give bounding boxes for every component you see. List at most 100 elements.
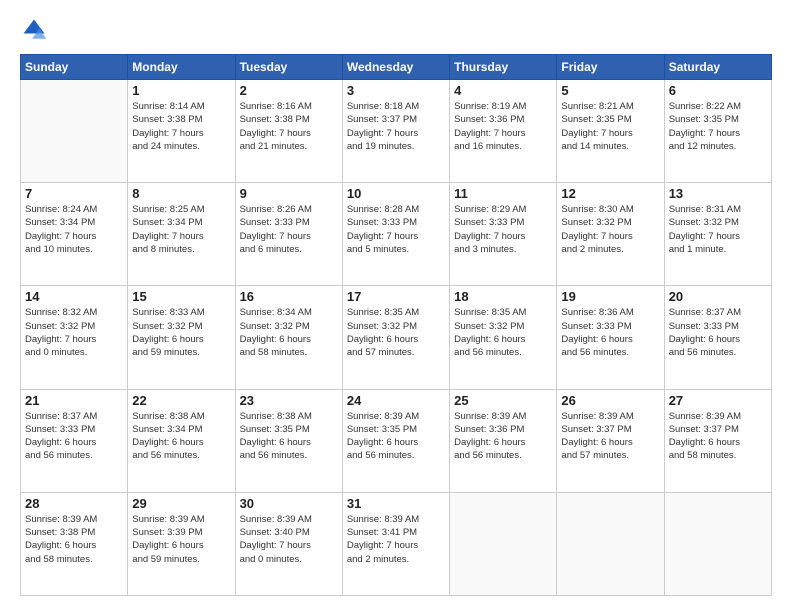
day-number: 31 <box>347 496 445 511</box>
calendar-cell <box>664 492 771 595</box>
calendar-week-row: 21 Sunrise: 8:37 AMSunset: 3:33 PMDayligh… <box>21 389 772 492</box>
day-info: Sunrise: 8:33 AMSunset: 3:32 PMDaylight:… <box>132 306 230 359</box>
day-info: Sunrise: 8:21 AMSunset: 3:35 PMDaylight:… <box>561 100 659 153</box>
day-number: 21 <box>25 393 123 408</box>
calendar-cell: 28 Sunrise: 8:39 AMSunset: 3:38 PMDayligh… <box>21 492 128 595</box>
day-number: 26 <box>561 393 659 408</box>
day-number: 10 <box>347 186 445 201</box>
day-number: 11 <box>454 186 552 201</box>
calendar-cell: 23 Sunrise: 8:38 AMSunset: 3:35 PMDayligh… <box>235 389 342 492</box>
day-number: 12 <box>561 186 659 201</box>
day-info: Sunrise: 8:39 AMSunset: 3:35 PMDaylight:… <box>347 410 445 463</box>
day-number: 22 <box>132 393 230 408</box>
day-number: 24 <box>347 393 445 408</box>
calendar-week-row: 7Sunrise: 8:24 AMSunset: 3:34 PMDaylight… <box>21 183 772 286</box>
calendar-cell: 22 Sunrise: 8:38 AMSunset: 3:34 PMDayligh… <box>128 389 235 492</box>
day-number: 16 <box>240 289 338 304</box>
day-info: Sunrise: 8:25 AMSunset: 3:34 PMDaylight:… <box>132 203 230 256</box>
weekday-header: Friday <box>557 55 664 80</box>
calendar-cell: 8 Sunrise: 8:25 AMSunset: 3:34 PMDaylight… <box>128 183 235 286</box>
day-info: Sunrise: 8:29 AMSunset: 3:33 PMDaylight:… <box>454 203 552 256</box>
calendar-cell: 12 Sunrise: 8:30 AMSunset: 3:32 PMDayligh… <box>557 183 664 286</box>
day-info: Sunrise: 8:24 AMSunset: 3:34 PMDaylight:… <box>25 203 123 256</box>
calendar-cell: 20 Sunrise: 8:37 AMSunset: 3:33 PMDayligh… <box>664 286 771 389</box>
calendar-cell: 16 Sunrise: 8:34 AMSunset: 3:32 PMDayligh… <box>235 286 342 389</box>
day-info: Sunrise: 8:18 AMSunset: 3:37 PMDaylight:… <box>347 100 445 153</box>
day-info: Sunrise: 8:30 AMSunset: 3:32 PMDaylight:… <box>561 203 659 256</box>
calendar-cell: 5 Sunrise: 8:21 AMSunset: 3:35 PMDaylight… <box>557 80 664 183</box>
day-info: Sunrise: 8:26 AMSunset: 3:33 PMDaylight:… <box>240 203 338 256</box>
day-info: Sunrise: 8:37 AMSunset: 3:33 PMDaylight:… <box>669 306 767 359</box>
day-info: Sunrise: 8:39 AMSunset: 3:36 PMDaylight:… <box>454 410 552 463</box>
day-number: 1 <box>132 83 230 98</box>
day-number: 13 <box>669 186 767 201</box>
calendar-cell: 18 Sunrise: 8:35 AMSunset: 3:32 PMDayligh… <box>450 286 557 389</box>
weekday-header: Thursday <box>450 55 557 80</box>
day-info: Sunrise: 8:37 AMSunset: 3:33 PMDaylight:… <box>25 410 123 463</box>
weekday-header: Saturday <box>664 55 771 80</box>
day-info: Sunrise: 8:38 AMSunset: 3:35 PMDaylight:… <box>240 410 338 463</box>
day-info: Sunrise: 8:31 AMSunset: 3:32 PMDaylight:… <box>669 203 767 256</box>
calendar-table: SundayMondayTuesdayWednesdayThursdayFrid… <box>20 54 772 596</box>
day-number: 28 <box>25 496 123 511</box>
day-info: Sunrise: 8:35 AMSunset: 3:32 PMDaylight:… <box>454 306 552 359</box>
calendar-cell: 31Sunrise: 8:39 AMSunset: 3:41 PMDayligh… <box>342 492 449 595</box>
day-number: 29 <box>132 496 230 511</box>
calendar-cell: 3 Sunrise: 8:18 AMSunset: 3:37 PMDaylight… <box>342 80 449 183</box>
day-info: Sunrise: 8:34 AMSunset: 3:32 PMDaylight:… <box>240 306 338 359</box>
calendar-week-row: 14Sunrise: 8:32 AMSunset: 3:32 PMDayligh… <box>21 286 772 389</box>
calendar-cell: 14Sunrise: 8:32 AMSunset: 3:32 PMDayligh… <box>21 286 128 389</box>
weekday-header: Monday <box>128 55 235 80</box>
day-number: 6 <box>669 83 767 98</box>
day-info: Sunrise: 8:19 AMSunset: 3:36 PMDaylight:… <box>454 100 552 153</box>
day-number: 4 <box>454 83 552 98</box>
calendar-cell: 7Sunrise: 8:24 AMSunset: 3:34 PMDaylight… <box>21 183 128 286</box>
day-number: 23 <box>240 393 338 408</box>
day-number: 18 <box>454 289 552 304</box>
day-info: Sunrise: 8:39 AMSunset: 3:37 PMDaylight:… <box>669 410 767 463</box>
calendar-cell <box>557 492 664 595</box>
day-number: 19 <box>561 289 659 304</box>
page: SundayMondayTuesdayWednesdayThursdayFrid… <box>0 0 792 612</box>
calendar-cell: 25 Sunrise: 8:39 AMSunset: 3:36 PMDayligh… <box>450 389 557 492</box>
day-info: Sunrise: 8:35 AMSunset: 3:32 PMDaylight:… <box>347 306 445 359</box>
calendar-cell: 11 Sunrise: 8:29 AMSunset: 3:33 PMDayligh… <box>450 183 557 286</box>
day-number: 2 <box>240 83 338 98</box>
calendar-cell: 4 Sunrise: 8:19 AMSunset: 3:36 PMDaylight… <box>450 80 557 183</box>
day-info: Sunrise: 8:14 AMSunset: 3:38 PMDaylight:… <box>132 100 230 153</box>
calendar-cell: 6 Sunrise: 8:22 AMSunset: 3:35 PMDaylight… <box>664 80 771 183</box>
calendar-cell: 13 Sunrise: 8:31 AMSunset: 3:32 PMDayligh… <box>664 183 771 286</box>
calendar-week-row: 28 Sunrise: 8:39 AMSunset: 3:38 PMDayligh… <box>21 492 772 595</box>
weekday-header-row: SundayMondayTuesdayWednesdayThursdayFrid… <box>21 55 772 80</box>
day-info: Sunrise: 8:16 AMSunset: 3:38 PMDaylight:… <box>240 100 338 153</box>
calendar-cell: 1 Sunrise: 8:14 AMSunset: 3:38 PMDaylight… <box>128 80 235 183</box>
day-info: Sunrise: 8:22 AMSunset: 3:35 PMDaylight:… <box>669 100 767 153</box>
calendar-cell: 10Sunrise: 8:28 AMSunset: 3:33 PMDayligh… <box>342 183 449 286</box>
day-number: 20 <box>669 289 767 304</box>
calendar-cell: 30Sunrise: 8:39 AMSunset: 3:40 PMDayligh… <box>235 492 342 595</box>
day-number: 15 <box>132 289 230 304</box>
day-info: Sunrise: 8:39 AMSunset: 3:37 PMDaylight:… <box>561 410 659 463</box>
day-info: Sunrise: 8:39 AMSunset: 3:39 PMDaylight:… <box>132 513 230 566</box>
day-number: 5 <box>561 83 659 98</box>
calendar-week-row: 1 Sunrise: 8:14 AMSunset: 3:38 PMDaylight… <box>21 80 772 183</box>
day-number: 3 <box>347 83 445 98</box>
calendar-cell: 26 Sunrise: 8:39 AMSunset: 3:37 PMDayligh… <box>557 389 664 492</box>
day-number: 8 <box>132 186 230 201</box>
day-number: 14 <box>25 289 123 304</box>
calendar-cell: 9Sunrise: 8:26 AMSunset: 3:33 PMDaylight… <box>235 183 342 286</box>
calendar-cell: 21 Sunrise: 8:37 AMSunset: 3:33 PMDayligh… <box>21 389 128 492</box>
logo <box>20 16 52 44</box>
day-info: Sunrise: 8:38 AMSunset: 3:34 PMDaylight:… <box>132 410 230 463</box>
day-number: 25 <box>454 393 552 408</box>
calendar-cell <box>450 492 557 595</box>
logo-icon <box>20 16 48 44</box>
calendar-cell: 2 Sunrise: 8:16 AMSunset: 3:38 PMDaylight… <box>235 80 342 183</box>
calendar-cell: 29 Sunrise: 8:39 AMSunset: 3:39 PMDayligh… <box>128 492 235 595</box>
calendar-cell: 15 Sunrise: 8:33 AMSunset: 3:32 PMDayligh… <box>128 286 235 389</box>
day-info: Sunrise: 8:39 AMSunset: 3:38 PMDaylight:… <box>25 513 123 566</box>
day-number: 27 <box>669 393 767 408</box>
day-number: 30 <box>240 496 338 511</box>
calendar-cell: 19Sunrise: 8:36 AMSunset: 3:33 PMDayligh… <box>557 286 664 389</box>
weekday-header: Wednesday <box>342 55 449 80</box>
